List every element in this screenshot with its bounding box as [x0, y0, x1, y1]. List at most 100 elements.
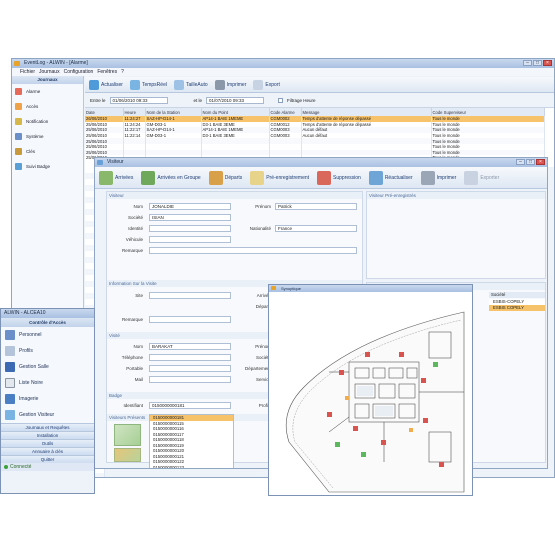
tempsreel-button[interactable]: TempsRéel — [129, 79, 167, 90]
eventlog-titlebar[interactable]: EventLog - ALWIN - [Alarme] – □ × — [12, 59, 554, 68]
journaux-requetes-bar[interactable]: Journaux et Requêtes — [1, 423, 94, 431]
col-point[interactable]: Nom du Point — [201, 108, 270, 116]
nav-item-acces[interactable]: Accès — [12, 99, 83, 114]
access-titlebar[interactable]: ALWIN - ALCEA10 — [1, 309, 94, 318]
nav-item-suivi-badge[interactable]: Suivi Badge — [12, 159, 83, 174]
menu-help[interactable]: ? — [121, 68, 124, 76]
annuaire-bar[interactable]: Annuaire à clés — [1, 447, 94, 455]
date-to-field[interactable]: 01/07/2010 09:33 — [206, 97, 265, 104]
visitor-window-controls: – □ × — [516, 159, 545, 165]
list-item[interactable]: 0150000000123 — [150, 465, 233, 469]
identifiant-field[interactable]: 0150000000181 — [149, 402, 231, 409]
col-date[interactable]: Date — [85, 108, 124, 116]
close-button[interactable]: × — [543, 60, 552, 66]
export-button[interactable]: Export — [253, 79, 280, 90]
menu-journaux[interactable]: Journaux — [39, 68, 60, 76]
nav-item-notification[interactable]: Notification — [12, 114, 83, 129]
site-select[interactable] — [149, 292, 231, 299]
main-menubar: Fichier Journaux Configuration Fenêtres … — [12, 68, 554, 76]
export-icon — [253, 79, 264, 90]
societe-label: Société — [127, 215, 143, 220]
minimize-button[interactable]: – — [523, 60, 532, 66]
prenom-field[interactable]: Patrick — [275, 203, 357, 210]
nav-item-alarme[interactable]: Alarme — [12, 84, 83, 99]
arrivees-groupe-button[interactable]: Arrivées en Groupe — [141, 170, 201, 185]
visit-remarque-field[interactable] — [149, 316, 231, 323]
imprimer-button[interactable]: Imprimer — [214, 79, 246, 90]
tailleauto-button[interactable]: TailleAuto — [173, 79, 208, 90]
app-icon — [14, 61, 20, 66]
table-row[interactable]: ESBIS COPELY — [489, 305, 545, 311]
preregistration-button[interactable]: Pré-enregistrement — [250, 170, 309, 185]
departs-button[interactable]: Départs — [208, 170, 242, 185]
filter-hour-checkbox[interactable] — [278, 98, 284, 103]
room-icon — [5, 362, 15, 372]
col-code[interactable]: Code Alarme — [269, 108, 302, 116]
societe-field[interactable]: ISIAN — [149, 214, 231, 221]
eventlog-title: EventLog - ALWIN - [Alarme] — [24, 60, 88, 66]
visitor-minimize-button[interactable]: – — [516, 159, 525, 165]
gestion-visiteur-button[interactable]: Gestion Visiteur — [1, 407, 94, 423]
camera-icon — [409, 428, 413, 432]
visite-nom-field[interactable]: BARAKAT — [149, 343, 231, 350]
refresh-icon — [89, 79, 99, 90]
badge-listbox[interactable]: 0150000000181 0150000000115 015000000011… — [149, 414, 234, 469]
actualiser-button[interactable]: Actualiser — [89, 79, 123, 90]
reactualiser-button[interactable]: Réactualiser — [368, 170, 413, 185]
col-station[interactable]: Nom de la Station — [145, 108, 202, 116]
floor-plan-map[interactable] — [269, 292, 472, 495]
status-bar: Connecté — [1, 463, 94, 471]
visitor-imprimer-button[interactable]: Imprimer — [420, 170, 456, 185]
exporter-button[interactable]: Exporter — [464, 170, 499, 185]
print-icon — [214, 79, 225, 90]
visitor-photo-1 — [114, 424, 141, 446]
gestion-salle-button[interactable]: Gestion Salle — [1, 359, 94, 375]
camera-icon — [345, 396, 349, 400]
col-heure[interactable]: Heure — [123, 108, 146, 116]
staff-list-header[interactable]: Société — [489, 292, 545, 298]
suppression-button[interactable]: Suppression — [317, 170, 361, 185]
synoptic-titlebar[interactable]: Synoptique — [269, 285, 472, 292]
visitor-titlebar[interactable]: Visiteur – □ × — [95, 158, 547, 167]
access-icon — [15, 103, 22, 110]
liste-noire-button[interactable]: Liste Noire — [1, 375, 94, 391]
telephone-field[interactable] — [149, 354, 231, 361]
door-icon — [353, 426, 358, 431]
arrivees-button[interactable]: Arrivées — [99, 170, 133, 185]
personnel-button[interactable]: Personnel — [1, 327, 94, 343]
installation-bar[interactable]: Installation — [1, 431, 94, 439]
profils-button[interactable]: Profils — [1, 343, 94, 359]
menu-fenetres[interactable]: Fenêtres — [97, 68, 117, 76]
menu-fichier[interactable]: Fichier — [20, 68, 35, 76]
quitter-bar[interactable]: Quitter — [1, 455, 94, 463]
col-message[interactable]: Message — [301, 108, 432, 116]
synoptic-window: Synoptique — [268, 284, 473, 496]
portable-label: Portable — [126, 366, 143, 371]
remarque-field[interactable] — [149, 247, 357, 254]
menu-configuration[interactable]: Configuration — [64, 68, 94, 76]
door-icon — [327, 412, 332, 417]
imagerie-button[interactable]: Imagerie — [1, 391, 94, 407]
portable-field[interactable] — [149, 365, 231, 372]
outils-bar[interactable]: Outils — [1, 439, 94, 447]
nav-item-systeme[interactable]: Système — [12, 129, 83, 144]
nationalite-select[interactable]: France — [275, 225, 357, 232]
realtime-icon — [129, 79, 140, 90]
remarque-label: Remarque — [121, 248, 143, 253]
identite-field[interactable] — [149, 225, 231, 232]
maximize-button[interactable]: □ — [533, 60, 542, 66]
date-from-field[interactable]: 01/06/2010 09:33 — [109, 97, 168, 104]
service-label: Service — [255, 377, 271, 382]
col-superviseur[interactable]: Code Superviseur — [431, 108, 545, 116]
identite-label: Identité — [128, 226, 143, 231]
nav-item-cles[interactable]: Clés — [12, 144, 83, 159]
vehicule-field[interactable] — [149, 236, 231, 243]
mail-field[interactable] — [149, 376, 231, 383]
grid-header-row: Date Heure Nom de la Station Nom du Poin… — [85, 108, 545, 116]
access-control-window: ALWIN - ALCEA10 Contrôle d'Accès Personn… — [0, 308, 95, 494]
visitor-maximize-button[interactable]: □ — [526, 159, 535, 165]
nom-field[interactable]: JONALDIE — [149, 203, 231, 210]
visitor-close-button[interactable]: × — [536, 159, 545, 165]
print-icon — [420, 170, 435, 185]
personnel-icon — [5, 330, 15, 340]
